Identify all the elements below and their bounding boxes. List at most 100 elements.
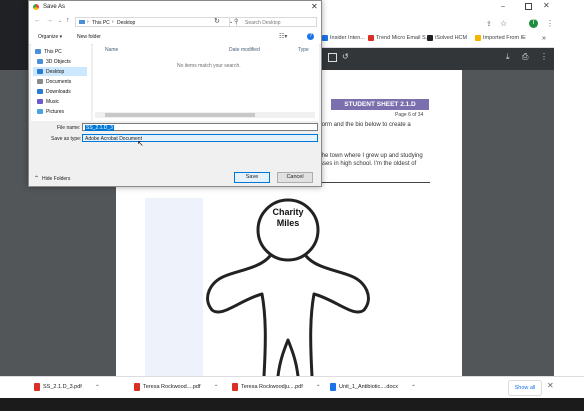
star-icon[interactable]: ☆: [500, 19, 507, 28]
address-bar-row: ← → ⌄ ↑ › This PC › Desktop ⌄ ↻ ⚲ Search…: [29, 14, 321, 31]
download-item[interactable]: Teresa Rockwood....pdf ⌃: [134, 383, 219, 391]
column-header-name[interactable]: Name: [105, 47, 118, 53]
nav-item-desktop[interactable]: Desktop: [33, 67, 87, 76]
download-name: SS_2.1.D_3.pdf: [43, 384, 82, 390]
hide-folders-link[interactable]: Hide Folders: [42, 176, 70, 182]
mouse-cursor-icon: ↖: [137, 139, 144, 148]
browser-tab-strip: – ✕ ⇪ ☆ T ⋮: [320, 0, 554, 32]
nav-label: 3D Objects: [46, 58, 71, 65]
address-box[interactable]: › This PC › Desktop ⌄: [75, 17, 237, 27]
search-icon: ⚲: [234, 19, 239, 25]
bookmark-trend-micro[interactable]: Trend Micro Email S...: [368, 35, 430, 41]
sheet-title-banner: STUDENT SHEET 2.1.D: [331, 99, 429, 110]
chevron-up-icon[interactable]: ⌃: [213, 384, 218, 391]
close-downloads-icon[interactable]: ✕: [547, 381, 554, 390]
save-type-label: Save as type:: [51, 136, 82, 142]
chrome-icon: [33, 4, 39, 10]
bookmark-isolved[interactable]: iSolved HCM: [427, 35, 467, 41]
file-name-label: File name:: [57, 125, 81, 131]
page-number: Page 6 of 34: [395, 112, 424, 118]
file-name-input[interactable]: SS_2.1.D_3: [82, 123, 318, 131]
pdf-menu-icon[interactable]: ⋮: [540, 52, 548, 61]
more-bookmarks[interactable]: »: [542, 35, 546, 42]
character-name: Charity Miles: [256, 207, 320, 229]
dialog-toolbar: Organize ▾ New folder ☷▾ ?: [29, 31, 321, 45]
new-folder-button[interactable]: New folder: [77, 34, 101, 40]
download-item[interactable]: Unit_1_Antibiotic....docx ⌃: [330, 383, 416, 391]
pdf-file-icon: [134, 383, 140, 391]
chevron-up-icon[interactable]: ⌃: [95, 384, 100, 391]
bookmark-imported[interactable]: Imported From IE: [475, 35, 526, 41]
view-options-icon[interactable]: ☷▾: [279, 33, 287, 40]
cancel-button[interactable]: Cancel: [277, 172, 313, 183]
save-as-dialog: Save As ✕ ← → ⌄ ↑ › This PC › Desktop ⌄ …: [28, 0, 322, 187]
chevron-up-icon[interactable]: ⌃: [316, 384, 321, 391]
nav-label: Pictures: [46, 108, 65, 115]
nav-item-downloads[interactable]: Downloads: [37, 87, 71, 96]
column-header-type[interactable]: Type: [298, 47, 309, 53]
forward-arrow-icon[interactable]: →: [46, 17, 53, 24]
breadcrumb-desktop[interactable]: Desktop: [117, 20, 135, 26]
rotate-icon[interactable]: ↺: [342, 52, 349, 61]
history-chevron-icon[interactable]: ⌄: [58, 18, 62, 24]
pdf-toolbar: ↺ ⤓ ⎙ ⋮: [320, 48, 554, 70]
music-icon: [37, 99, 43, 104]
character-last-name: Miles: [276, 218, 300, 228]
docx-file-icon: [330, 383, 336, 391]
pdf-file-icon: [232, 383, 238, 391]
nav-item-documents[interactable]: Documents: [37, 77, 71, 86]
breadcrumb-sep: ›: [112, 19, 114, 25]
save-type-select[interactable]: Adobe Acrobat Document: [82, 134, 318, 142]
nav-label: Documents: [46, 78, 72, 85]
downloads-bar: SS_2.1.D_3.pdf ⌃ Teresa Rockwood....pdf ⌃ …: [0, 376, 584, 399]
download-item[interactable]: SS_2.1.D_3.pdf ⌃: [34, 383, 100, 391]
back-arrow-icon[interactable]: ←: [34, 17, 41, 24]
nav-item-pictures[interactable]: Pictures: [37, 107, 64, 116]
share-icon[interactable]: ⇪: [486, 20, 492, 28]
breadcrumb-this-pc[interactable]: This PC: [92, 20, 110, 26]
horizontal-scrollbar[interactable]: [95, 112, 315, 118]
search-box[interactable]: ⚲ Search Desktop: [229, 17, 317, 27]
show-all-button[interactable]: Show all: [508, 380, 542, 396]
divider: [320, 182, 430, 183]
dialog-close-icon[interactable]: ✕: [311, 2, 318, 11]
hide-folders-chevron-icon[interactable]: ⌃: [34, 175, 39, 182]
help-icon[interactable]: ?: [307, 33, 314, 40]
search-input[interactable]: Search Desktop: [245, 20, 281, 26]
menu-dots-icon[interactable]: ⋮: [546, 19, 554, 28]
column-header-date[interactable]: Date modified: [229, 47, 260, 53]
highlight-column: [145, 198, 203, 376]
organize-menu[interactable]: Organize ▾: [38, 34, 62, 40]
nav-label: Music: [46, 98, 60, 105]
breadcrumb-sep: ›: [87, 19, 89, 25]
file-list-pane: Name Date modified Type No items match y…: [93, 44, 319, 121]
scroll-thumb[interactable]: [105, 113, 255, 117]
dialog-title: Save As: [43, 4, 66, 10]
bookmarks-bar: Insider Inten... Trend Micro Email S... …: [320, 32, 554, 48]
refresh-icon[interactable]: ↻: [214, 17, 220, 25]
nav-item-this-pc[interactable]: This PC: [35, 47, 62, 56]
bookmark-label: Trend Micro Email S...: [376, 35, 431, 41]
download-icon[interactable]: ⤓: [506, 52, 510, 62]
two-page-view-icon[interactable]: [328, 53, 337, 62]
empty-message: No items match your search.: [177, 63, 241, 69]
nav-item-3d-objects[interactable]: 3D Objects: [37, 57, 71, 66]
bookmark-label: iSolved HCM: [435, 35, 468, 41]
chevron-up-icon[interactable]: ⌃: [411, 384, 416, 391]
dialog-titlebar: Save As ✕: [29, 1, 321, 14]
download-item[interactable]: Teresa Rockwoodju....pdf ⌃: [232, 383, 321, 391]
up-arrow-icon[interactable]: ↑: [66, 17, 70, 24]
maximize-icon[interactable]: [525, 3, 532, 10]
file-name-value: SS_2.1.D_3: [85, 125, 114, 131]
minimize-icon[interactable]: –: [501, 3, 505, 10]
save-button[interactable]: Save: [234, 172, 270, 183]
bookmark-insider[interactable]: Insider Inten...: [322, 35, 365, 41]
close-window-icon[interactable]: ✕: [543, 1, 550, 10]
save-type-value: Adobe Acrobat Document: [85, 136, 142, 142]
print-icon[interactable]: ⎙: [522, 52, 528, 62]
nav-item-music[interactable]: Music: [37, 97, 59, 106]
avatar[interactable]: T: [529, 19, 538, 28]
pictures-icon: [37, 109, 43, 114]
folder-icon: [475, 35, 481, 41]
pdf-file-icon: [34, 383, 40, 391]
